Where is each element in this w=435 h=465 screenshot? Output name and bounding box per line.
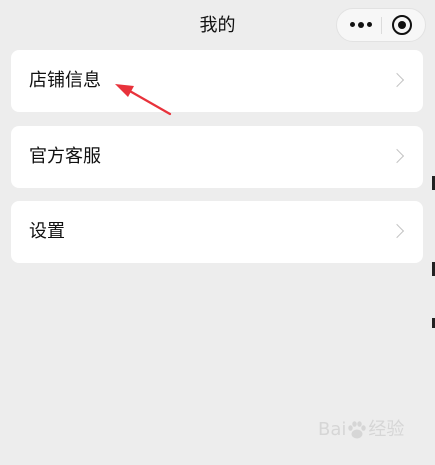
menu-item-customer-service[interactable]: 官方客服 [11, 126, 423, 188]
chevron-right-icon [389, 223, 405, 239]
menu-item-label: 店铺信息 [29, 70, 101, 91]
mini-program-close-icon[interactable] [392, 15, 412, 35]
watermark-brand: Bai [318, 419, 347, 440]
menu-item-settings[interactable]: 设置 [11, 201, 423, 263]
menu-item-label: 设置 [29, 221, 65, 242]
more-dots-icon[interactable] [345, 9, 381, 41]
chevron-right-icon [389, 72, 405, 88]
menu-item-label: 官方客服 [29, 146, 101, 167]
watermark: Bai 经验 [318, 416, 404, 444]
paw-icon [348, 421, 367, 439]
watermark-suffix: 经验 [368, 419, 405, 440]
navigation-bar: 我的 [0, 0, 435, 50]
chevron-right-icon [389, 148, 405, 164]
menu-item-store-info[interactable]: 店铺信息 [11, 50, 423, 112]
capsule-divider [381, 17, 382, 34]
mini-program-capsule [336, 8, 426, 42]
